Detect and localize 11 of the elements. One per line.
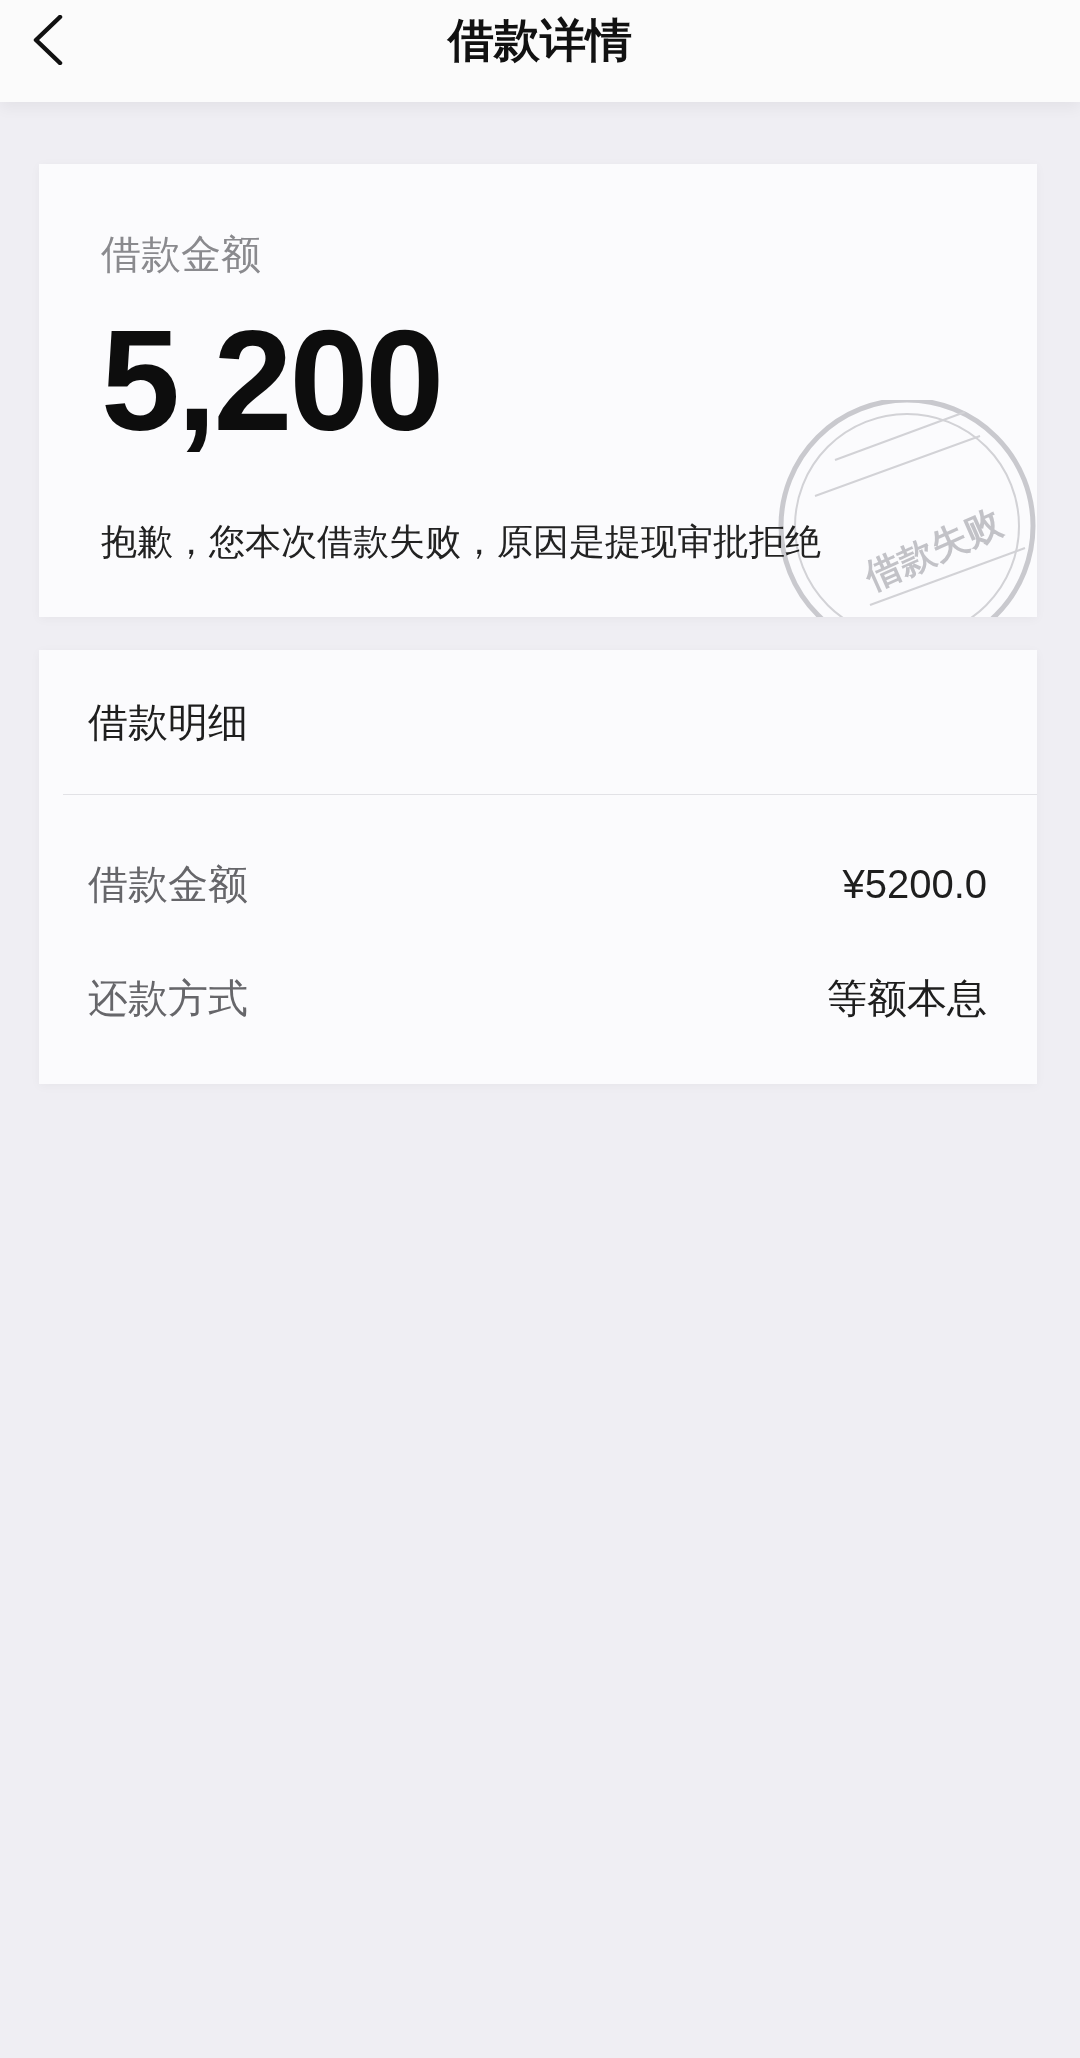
detail-value: 等额本息: [827, 975, 987, 1022]
page-title: 借款详情: [448, 13, 632, 68]
amount-value: 5,200: [101, 310, 442, 452]
stamp-text: 借款失败: [859, 502, 1007, 598]
detail-title: 借款明细: [88, 700, 248, 744]
detail-label: 借款金额: [88, 861, 248, 908]
detail-value: ¥5200.0: [842, 861, 987, 908]
amount-label: 借款金额: [101, 231, 261, 278]
failure-message: 抱歉，您本次借款失败，原因是提现审批拒绝: [101, 520, 821, 564]
chevron-left-icon: [33, 15, 63, 65]
detail-label: 还款方式: [88, 975, 248, 1022]
